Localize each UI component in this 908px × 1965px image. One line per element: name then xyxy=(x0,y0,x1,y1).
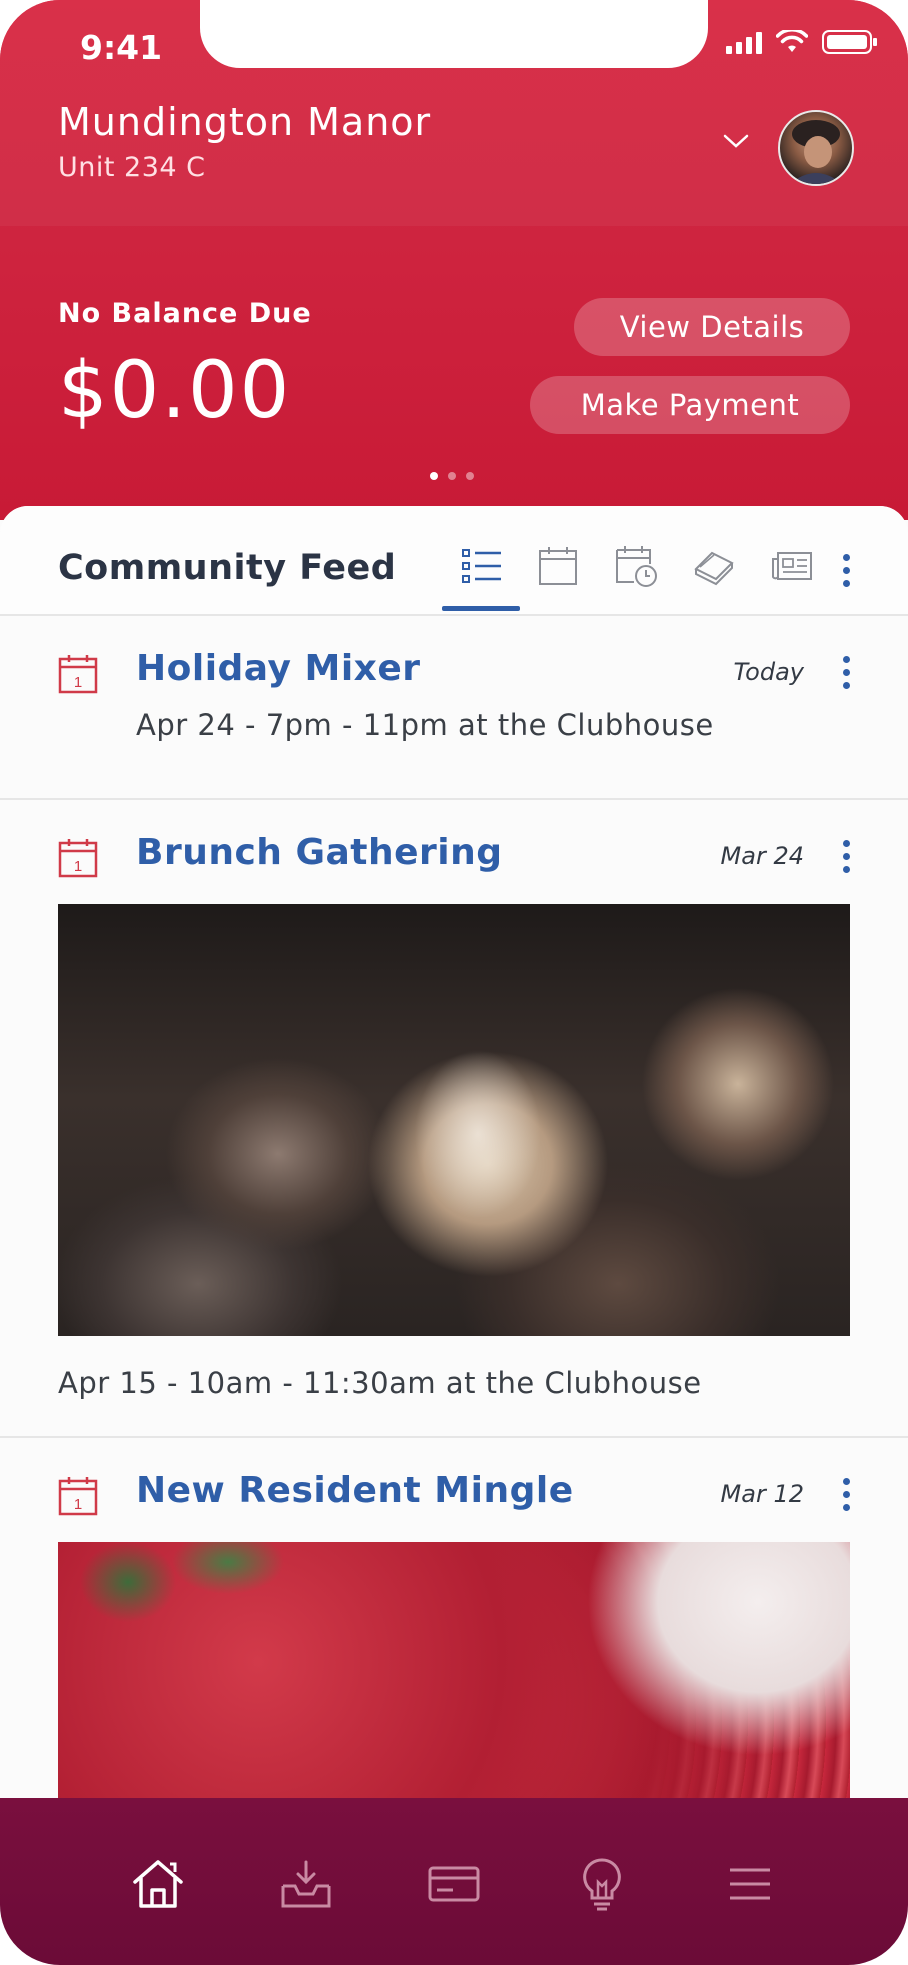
carousel-dots[interactable] xyxy=(430,472,474,480)
inbox-download-icon xyxy=(281,1860,331,1908)
community-name[interactable]: Mundington Manor xyxy=(58,100,431,144)
feed-more-icon[interactable] xyxy=(840,554,852,587)
home-icon xyxy=(133,1860,183,1908)
notch xyxy=(200,0,708,68)
newspaper-icon xyxy=(772,552,812,580)
phone-screen: 9:41 Mundington Manor Unit 234 C No Bala… xyxy=(0,0,908,1965)
event-title[interactable]: Brunch Gathering xyxy=(136,832,503,873)
header: 9:41 Mundington Manor Unit 234 C No Bala… xyxy=(0,0,908,520)
unit-label: Unit 234 C xyxy=(58,152,206,183)
signal-icon xyxy=(726,30,762,54)
event-calendar-icon: 1 xyxy=(58,1477,98,1516)
event-calendar-icon: 1 xyxy=(58,839,98,878)
nav-inbox[interactable] xyxy=(276,1854,336,1914)
event-title[interactable]: New Resident Mingle xyxy=(136,1470,574,1511)
calendar-day-number: 1 xyxy=(74,674,82,691)
event-title[interactable]: Holiday Mixer xyxy=(136,648,421,689)
list-icon xyxy=(462,549,501,583)
event-description: Apr 24 - 7pm - 11pm at the Clubhouse xyxy=(136,708,714,742)
wifi-icon xyxy=(776,30,808,52)
event-more-icon[interactable] xyxy=(840,1478,852,1511)
event-description: Apr 15 - 10am - 11:30am at the Clubhouse xyxy=(58,1366,702,1400)
event-more-icon[interactable] xyxy=(840,840,852,873)
carousel-dot[interactable] xyxy=(430,472,438,480)
bottom-nav xyxy=(0,1798,908,1965)
nav-home[interactable] xyxy=(128,1854,188,1914)
stack-icon xyxy=(694,551,734,586)
credit-card-icon xyxy=(428,1866,480,1902)
feed-item[interactable]: 1 New Resident Mingle Mar 12 xyxy=(0,1438,908,1799)
tab-documents[interactable] xyxy=(690,542,738,590)
tab-calendar[interactable] xyxy=(534,542,582,590)
status-icons xyxy=(726,30,877,54)
menu-icon xyxy=(730,1868,770,1900)
tab-list[interactable] xyxy=(458,542,506,590)
event-photo-raspberries[interactable] xyxy=(58,1542,850,1799)
lightbulb-icon xyxy=(583,1858,621,1911)
calendar-day-number: 1 xyxy=(74,1496,82,1513)
chevron-down-icon[interactable] xyxy=(722,132,750,150)
event-date: Today xyxy=(733,658,804,686)
calendar-clock-icon xyxy=(616,546,657,587)
tab-scheduled[interactable] xyxy=(612,542,660,590)
balance-label: No Balance Due xyxy=(58,298,312,329)
avatar[interactable] xyxy=(778,110,854,186)
event-calendar-icon: 1 xyxy=(58,655,98,694)
carousel-dot[interactable] xyxy=(466,472,474,480)
carousel-dot[interactable] xyxy=(448,472,456,480)
calendar-icon xyxy=(539,547,577,585)
nav-ideas[interactable] xyxy=(572,1854,632,1914)
status-time: 9:41 xyxy=(80,28,163,67)
nav-menu[interactable] xyxy=(720,1854,780,1914)
tab-news[interactable] xyxy=(768,542,816,590)
active-tab-indicator xyxy=(442,606,520,611)
feed-item[interactable]: 1 Holiday Mixer Today Apr 24 - 7pm - 11p… xyxy=(0,616,908,800)
feed-header: Community Feed xyxy=(0,506,908,616)
nav-payments[interactable] xyxy=(424,1854,484,1914)
feed-item[interactable]: 1 Brunch Gathering Mar 24 Apr 15 - 10am … xyxy=(0,800,908,1438)
event-date: Mar 24 xyxy=(720,842,804,870)
balance-amount: $0.00 xyxy=(58,346,292,436)
make-payment-button[interactable]: Make Payment xyxy=(530,376,850,434)
event-date: Mar 12 xyxy=(720,1480,804,1508)
feed-title: Community Feed xyxy=(58,548,397,588)
view-details-button[interactable]: View Details xyxy=(574,298,850,356)
community-feed: Community Feed 1 Holiday Mixer Today Apr… xyxy=(0,506,908,1799)
calendar-day-number: 1 xyxy=(74,858,82,875)
battery-icon xyxy=(822,30,877,54)
event-more-icon[interactable] xyxy=(840,656,852,689)
event-photo-cake[interactable] xyxy=(58,904,850,1336)
